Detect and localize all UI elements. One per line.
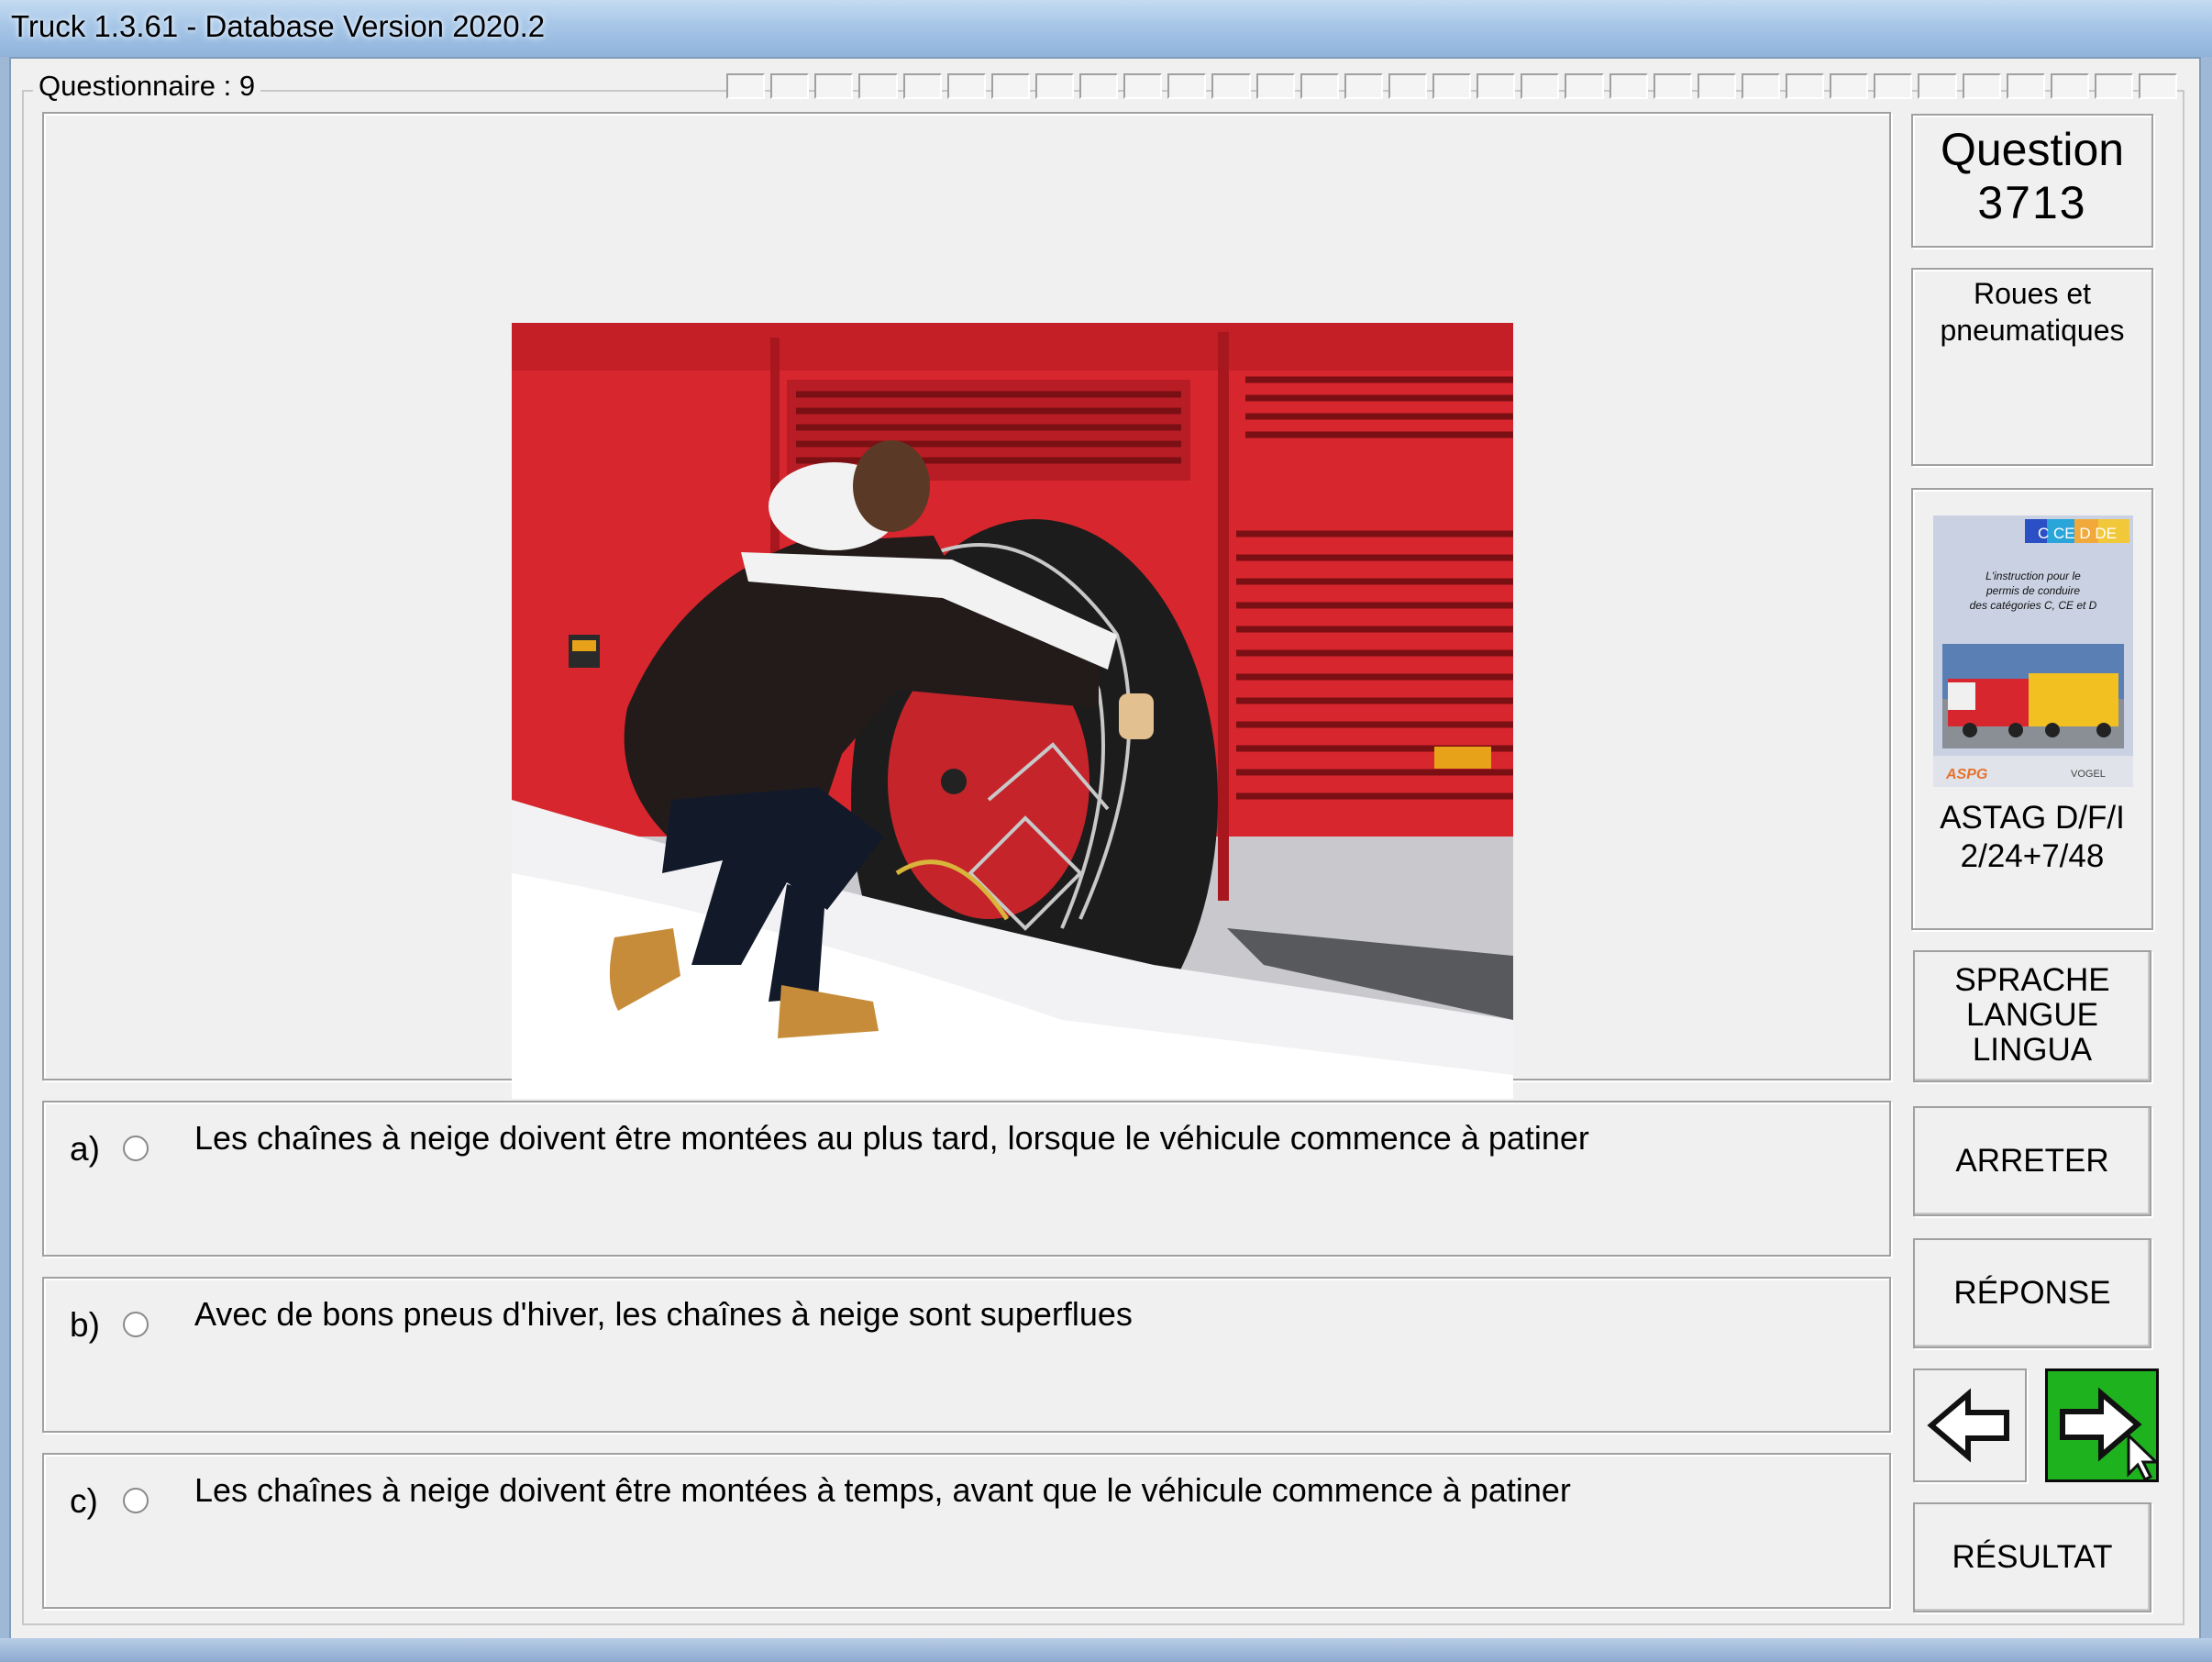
progress-cell [1830,73,1869,99]
answer-button[interactable]: RÉPONSE [1913,1238,2151,1348]
question-number-box: Question 3713 [1911,114,2153,248]
progress-cell [1034,73,1074,99]
progress-cell [1167,73,1207,99]
progress-cell [814,73,854,99]
window-bottom-edge [0,1638,2212,1662]
next-question-button[interactable] [2045,1368,2159,1482]
progress-cell [1697,73,1736,99]
answer-option-b[interactable]: b) Avec de bons pneus d'hiver, les chaîn… [42,1277,1891,1433]
progress-cell [1609,73,1648,99]
progress-cell [1255,73,1295,99]
book-title: ASTAG D/F/I [1940,800,2125,836]
progress-cell [1918,73,1957,99]
answer-option-a[interactable]: a) Les chaînes à neige doivent être mont… [42,1101,1891,1257]
question-number: 3713 [1977,177,2087,228]
progress-cell [1123,73,1163,99]
progress-cell [946,73,986,99]
progress-cell [1432,73,1472,99]
progress-cell [1079,73,1119,99]
progress-cell [2094,73,2133,99]
arrow-left-icon [1927,1388,2009,1463]
progress-cell [2006,73,2045,99]
svg-text:VOGEL: VOGEL [2071,769,2106,780]
category-line1: Roues et [1973,277,2092,310]
progress-cell [1741,73,1780,99]
answer-b-radio[interactable] [123,1312,149,1337]
progress-cell [1477,73,1516,99]
progress-cell [770,73,810,99]
question-label: Question [1940,124,2125,175]
progress-cell [858,73,898,99]
progress-cell [1786,73,1825,99]
cover-text-3: des catégories C, CE et D [1970,599,2097,612]
progress-cell [2050,73,2089,99]
questionnaire-label: Questionnaire : 9 [33,70,261,103]
book-reference: 2/24+7/48 [1960,838,2105,874]
cover-badge: C CE D DE [2038,525,2117,542]
answer-text: Avec de bons pneus d'hiver, les chaînes … [194,1295,1133,1333]
answer-text: Les chaînes à neige doivent être montées… [194,1471,1571,1509]
progress-cell [1962,73,2001,99]
progress-cell [1388,73,1427,99]
title-bar: Truck 1.3.61 - Database Version 2020.2 [0,0,2212,57]
language-button[interactable]: SPRACHE LANGUE LINGUA [1913,950,2151,1082]
progress-cell [990,73,1030,99]
answer-c-radio[interactable] [123,1488,149,1513]
cover-text-2: permis de conduire [1985,584,2080,597]
language-label-fr: LANGUE [1966,997,2098,1033]
progress-cell [1653,73,1692,99]
answer-a-radio[interactable] [123,1136,149,1161]
answer-option-c[interactable]: c) Les chaînes à neige doivent être mont… [42,1453,1891,1609]
answer-letter: a) [70,1130,100,1168]
question-image-panel [42,112,1891,1099]
progress-cell [1565,73,1604,99]
reference-book-box: C CE D DE L'instruction pour le permis d… [1911,488,2153,930]
answer-text: Les chaînes à neige doivent être montées… [194,1119,1589,1157]
category-box: Roues et pneumatiques [1911,268,2153,466]
progress-cell [2139,73,2178,99]
progress-cell [1344,73,1383,99]
progress-cell [1300,73,1339,99]
language-label-de: SPRACHE [1954,962,2110,998]
stop-button[interactable]: ARRETER [1913,1106,2151,1216]
answer-letter: b) [70,1306,100,1344]
progress-cell [1874,73,1913,99]
book-cover-image: C CE D DE L'instruction pour le permis d… [1933,515,2133,787]
progress-cell [1211,73,1251,99]
answer-letter: c) [70,1482,98,1520]
previous-question-button[interactable] [1913,1368,2027,1482]
category-line2: pneumatiques [1940,314,2125,347]
progress-cell [902,73,942,99]
mouse-cursor-icon [2127,1432,2156,1479]
arrow-right-icon [2060,1387,2156,1479]
cover-text-1: L'instruction pour le [1985,570,2081,582]
question-photo [512,323,1513,1099]
svg-text:ASPG: ASPG [1945,767,1987,782]
question-progress-bar [726,73,2183,99]
result-button[interactable]: RÉSULTAT [1913,1502,2151,1612]
language-label-it: LINGUA [1972,1032,2093,1068]
window-title: Truck 1.3.61 - Database Version 2020.2 [11,9,546,43]
progress-cell [1521,73,1560,99]
progress-cell [726,73,766,99]
